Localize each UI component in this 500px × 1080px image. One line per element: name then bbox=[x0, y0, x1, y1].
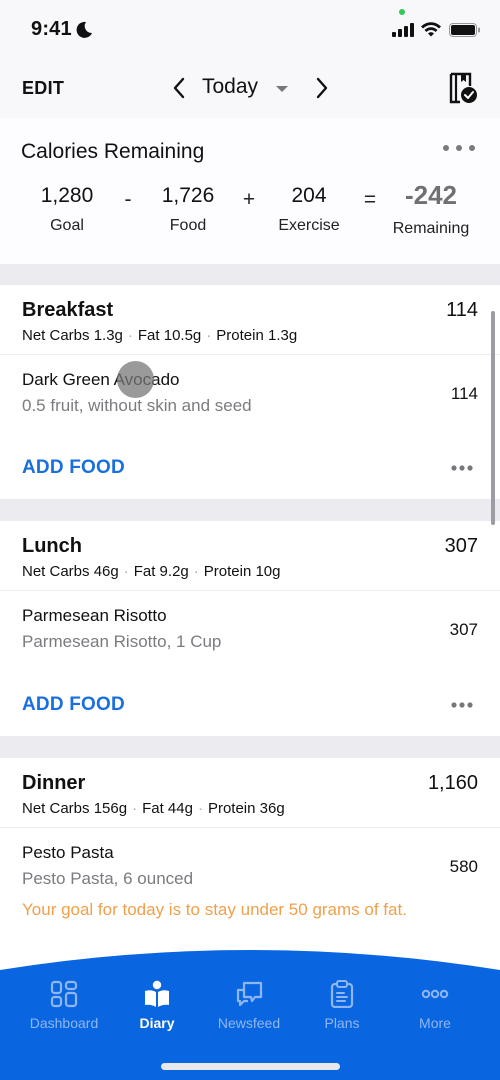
exercise-value: 204 bbox=[291, 184, 327, 207]
meal-card-lunch: Lunch 307 Net Carbs 46g · Fat 9.2g · Protein… bbox=[0, 521, 500, 736]
goal-column: 1,280 Goal bbox=[17, 184, 117, 235]
tab-label: Diary bbox=[139, 1015, 175, 1031]
macro-separator: · bbox=[123, 563, 129, 580]
equals-operator: = bbox=[363, 188, 377, 211]
meal-name: Lunch bbox=[22, 535, 82, 557]
caret-down-icon[interactable] bbox=[275, 84, 289, 94]
food-item[interactable]: Parmesean Risotto Parmesean Risotto, 1 C… bbox=[0, 591, 500, 671]
more-options-icon[interactable] bbox=[451, 701, 473, 709]
tab-label: Plans bbox=[324, 1015, 360, 1031]
meal-calories: 114 bbox=[446, 299, 478, 321]
meal-header[interactable]: Dinner 1,160 Net Carbs 156g · Fat 44g · Prot… bbox=[0, 758, 500, 828]
food-calories: 114 bbox=[450, 384, 478, 403]
plus-operator: + bbox=[242, 188, 256, 211]
exercise-label: Exercise bbox=[278, 217, 340, 234]
meal-calories: 1,160 bbox=[427, 772, 478, 794]
tab-plans[interactable]: Plans bbox=[292, 980, 392, 1031]
net-carbs: Net Carbs 46g bbox=[22, 563, 119, 580]
meal-macros: Net Carbs 46g · Fat 9.2g · Protein 10g bbox=[22, 563, 281, 580]
tab-diary[interactable]: Diary bbox=[107, 980, 207, 1031]
fat-goal-warning: Your goal for today is to stay under 50 … bbox=[22, 900, 407, 919]
meal-header[interactable]: Lunch 307 Net Carbs 46g · Fat 9.2g · Protein… bbox=[0, 521, 500, 591]
calories-remaining-title: Calories Remaining bbox=[21, 140, 205, 163]
more-options-icon[interactable] bbox=[451, 464, 473, 472]
food-column: 1,726 Food bbox=[138, 184, 238, 235]
food-name: Dark Green Avocado bbox=[22, 370, 180, 389]
protein: Protein 10g bbox=[203, 563, 281, 580]
macro-separator: · bbox=[197, 800, 203, 817]
fat: Fat 9.2g bbox=[133, 563, 189, 580]
food-calories: 307 bbox=[449, 620, 478, 639]
goal-label: Goal bbox=[50, 217, 84, 234]
privacy-indicator-dot bbox=[399, 9, 405, 15]
more-icon bbox=[421, 989, 449, 999]
meal-card-breakfast: Breakfast 114 Net Carbs 1.3g · Fat 10.5g · P… bbox=[0, 285, 500, 499]
food-name: Parmesean Risotto bbox=[22, 606, 167, 625]
meal-calories: 307 bbox=[444, 535, 478, 557]
remaining-label: Remaining bbox=[392, 220, 470, 237]
diary-header: EDIT Today bbox=[0, 64, 500, 114]
tab-newsfeed[interactable]: Newsfeed bbox=[199, 980, 299, 1031]
fat: Fat 44g bbox=[142, 800, 193, 817]
tab-label: Dashboard bbox=[29, 1015, 99, 1031]
net-carbs: Net Carbs 156g bbox=[22, 800, 128, 817]
meal-header[interactable]: Breakfast 114 Net Carbs 1.3g · Fat 10.5g · P… bbox=[0, 285, 500, 355]
scrollbar[interactable] bbox=[491, 311, 495, 525]
remaining-value: -242 bbox=[404, 180, 458, 210]
chevron-left-icon[interactable] bbox=[170, 76, 188, 100]
home-indicator[interactable] bbox=[161, 1063, 340, 1070]
plans-icon bbox=[330, 980, 354, 1008]
status-bar: 9:41 bbox=[0, 0, 500, 60]
macro-separator: · bbox=[127, 327, 133, 344]
more-options-icon[interactable] bbox=[441, 143, 477, 153]
macro-separator: · bbox=[206, 327, 212, 344]
food-description: Parmesean Risotto, 1 Cup bbox=[22, 632, 222, 651]
bottom-tab-bar: Dashboard Diary Newsfeed Plans More bbox=[0, 945, 500, 1080]
food-name: Pesto Pasta bbox=[22, 843, 114, 862]
macro-separator: · bbox=[193, 563, 199, 580]
tab-label: More bbox=[419, 1015, 451, 1031]
meal-name: Dinner bbox=[22, 772, 86, 794]
signal-icon bbox=[392, 23, 414, 37]
touch-indicator bbox=[117, 361, 154, 398]
food-label: Food bbox=[169, 217, 207, 234]
battery-icon bbox=[449, 23, 480, 37]
diary-icon bbox=[145, 980, 169, 1007]
add-food-button[interactable]: ADD FOOD bbox=[22, 457, 125, 479]
meal-macros: Net Carbs 156g · Fat 44g · Protein 36g bbox=[22, 800, 285, 817]
tab-label: Newsfeed bbox=[217, 1015, 281, 1031]
meal-name: Breakfast bbox=[22, 299, 114, 321]
goal-value: 1,280 bbox=[40, 184, 94, 207]
remaining-column: -242 Remaining bbox=[381, 180, 481, 238]
food-item[interactable]: Dark Green Avocado 0.5 fruit, without sk… bbox=[0, 355, 500, 435]
status-time: 9:41 bbox=[31, 18, 72, 40]
packer-check-icon[interactable] bbox=[448, 72, 478, 104]
protein: Protein 1.3g bbox=[216, 327, 298, 344]
food-description: 0.5 fruit, without skin and seed bbox=[22, 396, 252, 415]
fat: Fat 10.5g bbox=[137, 327, 202, 344]
food-description: Pesto Pasta, 6 ounced bbox=[22, 869, 194, 888]
moon-icon bbox=[76, 21, 92, 38]
chevron-right-icon[interactable] bbox=[313, 76, 331, 100]
minus-operator: - bbox=[124, 188, 132, 211]
food-calories: 580 bbox=[449, 857, 478, 876]
add-food-button[interactable]: ADD FOOD bbox=[22, 694, 125, 716]
tab-more[interactable]: More bbox=[385, 980, 485, 1031]
macro-separator: · bbox=[132, 800, 138, 817]
protein: Protein 36g bbox=[207, 800, 285, 817]
tab-dashboard[interactable]: Dashboard bbox=[14, 980, 114, 1031]
date-selector[interactable]: Today bbox=[202, 75, 258, 99]
newsfeed-icon bbox=[236, 981, 263, 1007]
dashboard-icon bbox=[50, 980, 78, 1008]
exercise-column: 204 Exercise bbox=[259, 184, 359, 235]
wifi-icon bbox=[421, 22, 441, 37]
meal-macros: Net Carbs 1.3g · Fat 10.5g · Protein 1.3g bbox=[22, 327, 297, 344]
net-carbs: Net Carbs 1.3g bbox=[22, 327, 123, 344]
edit-button[interactable]: EDIT bbox=[22, 78, 64, 99]
food-value: 1,726 bbox=[161, 184, 215, 207]
calories-remaining-card[interactable]: Calories Remaining 1,280 Goal - 1,726 Fo… bbox=[0, 118, 500, 264]
food-item[interactable]: Pesto Pasta Pesto Pasta, 6 ounced 580 Yo… bbox=[0, 828, 500, 948]
